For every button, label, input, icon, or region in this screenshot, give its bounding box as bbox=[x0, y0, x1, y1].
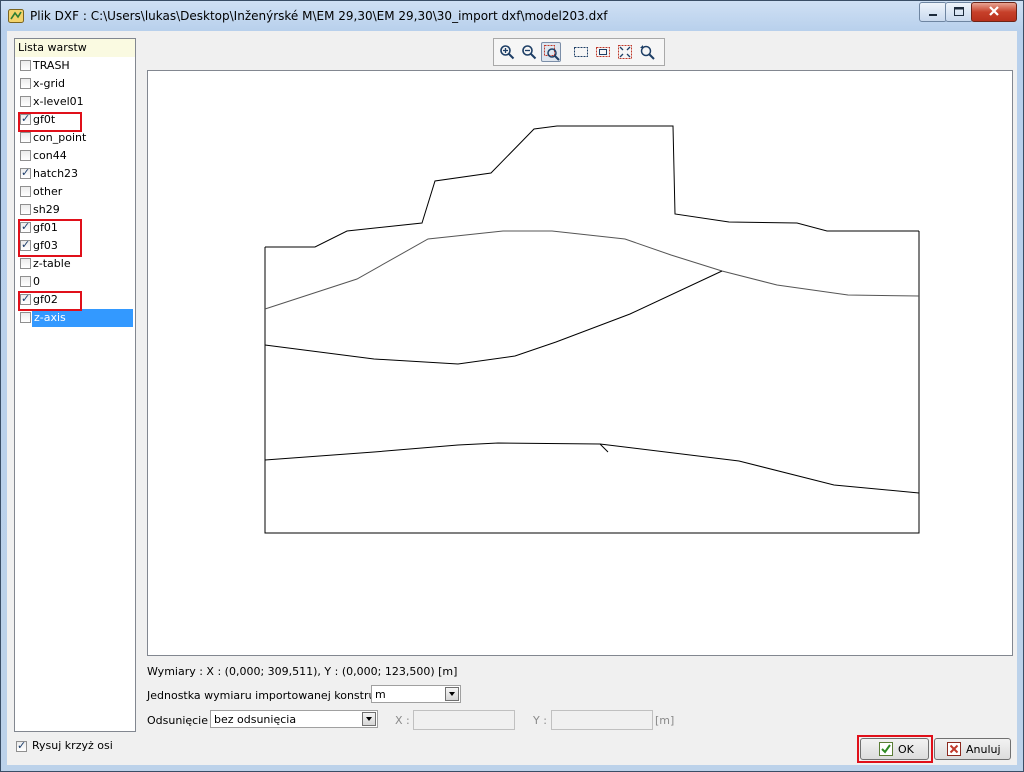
unit-select[interactable]: m bbox=[371, 685, 461, 703]
layer-checkbox[interactable] bbox=[20, 258, 31, 269]
layer-checkbox[interactable] bbox=[20, 276, 31, 287]
zoom-previous-button[interactable] bbox=[637, 42, 657, 62]
layer-checkbox[interactable] bbox=[20, 60, 31, 71]
layer-item[interactable]: TRASH bbox=[15, 57, 135, 75]
offset-label: Odsunięcie : bbox=[147, 714, 216, 727]
layer-label: TRASH bbox=[33, 59, 70, 72]
zoom-window-icon bbox=[544, 45, 560, 61]
zoom-extents-icon bbox=[618, 45, 632, 59]
close-button[interactable] bbox=[971, 2, 1017, 22]
offset-y-label: Y : bbox=[533, 714, 547, 727]
layer-checkbox[interactable] bbox=[20, 96, 31, 107]
zoom-in-icon bbox=[500, 45, 515, 60]
layer-label: hatch23 bbox=[33, 167, 79, 180]
dxf-preview-canvas[interactable] bbox=[147, 70, 1013, 656]
app-icon bbox=[8, 9, 24, 23]
zoom-out-icon bbox=[522, 45, 537, 60]
dxf-drawing bbox=[264, 125, 920, 534]
unit-label: Jednostka wymiaru importowanej konstrukc… bbox=[147, 689, 402, 702]
layer-item[interactable]: con44 bbox=[15, 147, 135, 165]
offset-y-input[interactable] bbox=[551, 710, 653, 730]
offset-unit-label: [m] bbox=[655, 714, 675, 727]
layer-item[interactable]: sh29 bbox=[15, 201, 135, 219]
dialog-client-area: Lista warstw TRASH x-grid x-level01 gf0t… bbox=[7, 31, 1017, 765]
chevron-down-icon[interactable] bbox=[445, 687, 459, 701]
select-window-button[interactable] bbox=[571, 42, 591, 62]
draw-axis-cross-label: Rysuj krzyż osi bbox=[32, 739, 113, 752]
layer-label: z-axis bbox=[32, 309, 133, 327]
layer-checkbox[interactable] bbox=[20, 78, 31, 89]
draw-axis-cross-checkbox[interactable] bbox=[16, 739, 27, 752]
layer-item[interactable]: 0 bbox=[15, 273, 135, 291]
layer-label: x-grid bbox=[33, 77, 66, 90]
dxf-layer-line bbox=[264, 230, 920, 310]
window-title: Plik DXF : C:\Users\lukas\Desktop\Inžený… bbox=[30, 9, 608, 23]
select-crossing-icon bbox=[596, 47, 610, 57]
layer-label: con44 bbox=[33, 149, 67, 162]
layer-checkbox[interactable] bbox=[20, 186, 31, 197]
zoom-previous-icon bbox=[640, 45, 655, 60]
highlight-box-gf01-gf03 bbox=[18, 219, 82, 257]
maximize-button[interactable] bbox=[945, 2, 973, 22]
dxf-layer-line bbox=[264, 270, 723, 365]
title-bar[interactable]: Plik DXF : C:\Users\lukas\Desktop\Inžený… bbox=[1, 1, 1023, 31]
dimensions-readout: Wymiary : X : (0,000; 309,511), Y : (0,0… bbox=[147, 665, 458, 678]
offset-select[interactable]: bez odsunięcia bbox=[210, 710, 378, 728]
unit-select-value: m bbox=[375, 688, 386, 701]
layer-checkbox[interactable] bbox=[20, 132, 31, 143]
offset-x-label: X : bbox=[395, 714, 410, 727]
cancel-button[interactable]: Anuluj bbox=[934, 738, 1011, 760]
offset-select-value: bez odsunięcia bbox=[214, 713, 297, 726]
zoom-window-button[interactable] bbox=[541, 42, 561, 62]
layer-list[interactable]: Lista warstw TRASH x-grid x-level01 gf0t… bbox=[14, 38, 136, 732]
layer-list-header: Lista warstw bbox=[15, 39, 135, 57]
dxf-import-dialog: Plik DXF : C:\Users\lukas\Desktop\Inžený… bbox=[0, 0, 1024, 772]
layer-item[interactable]: hatch23 bbox=[15, 165, 135, 183]
highlight-box-gf02 bbox=[18, 291, 82, 311]
layer-label: other bbox=[33, 185, 63, 198]
highlight-box-ok bbox=[857, 735, 933, 763]
layer-label: sh29 bbox=[33, 203, 60, 216]
layer-checkbox[interactable] bbox=[20, 166, 31, 179]
cancel-icon bbox=[947, 742, 961, 756]
dxf-terrain-line bbox=[265, 125, 919, 248]
layer-label: con_point bbox=[33, 131, 87, 144]
zoom-in-button[interactable] bbox=[497, 42, 517, 62]
minimize-icon bbox=[929, 14, 937, 16]
layer-item[interactable]: z-table bbox=[15, 255, 135, 273]
highlight-box-gf0t bbox=[18, 112, 82, 132]
dxf-layer-line bbox=[264, 442, 920, 494]
layer-checkbox[interactable] bbox=[20, 312, 31, 323]
zoom-toolbar bbox=[493, 38, 665, 66]
zoom-out-button[interactable] bbox=[519, 42, 539, 62]
minimize-button[interactable] bbox=[919, 2, 947, 22]
layer-item[interactable]: x-grid bbox=[15, 75, 135, 93]
layer-label: z-table bbox=[33, 257, 71, 270]
layer-label: 0 bbox=[33, 275, 40, 288]
chevron-down-icon[interactable] bbox=[362, 712, 376, 726]
cancel-button-label: Anuluj bbox=[966, 743, 1001, 756]
zoom-extents-button[interactable] bbox=[615, 42, 635, 62]
layer-label: x-level01 bbox=[33, 95, 84, 108]
layer-item-selected[interactable]: z-axis bbox=[15, 309, 135, 327]
offset-x-input[interactable] bbox=[413, 710, 515, 730]
layer-item[interactable]: other bbox=[15, 183, 135, 201]
layer-item[interactable]: x-level01 bbox=[15, 93, 135, 111]
close-icon bbox=[989, 6, 999, 16]
layer-checkbox[interactable] bbox=[20, 204, 31, 215]
restore-icon bbox=[954, 7, 964, 16]
layer-checkbox[interactable] bbox=[20, 150, 31, 161]
dxf-boundary bbox=[264, 231, 920, 534]
select-window-icon bbox=[574, 47, 588, 57]
select-crossing-button[interactable] bbox=[593, 42, 613, 62]
